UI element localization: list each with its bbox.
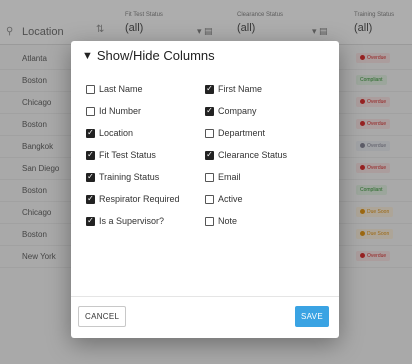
save-button[interactable]: SAVE — [295, 306, 329, 327]
checkbox-unchecked-icon[interactable] — [205, 128, 214, 138]
checkbox-checked-icon[interactable]: ✓ — [86, 128, 95, 138]
column-option-fit-test-status[interactable]: ✓ Fit Test Status — [86, 150, 156, 160]
checkbox-checked-icon[interactable]: ✓ — [205, 150, 214, 160]
dialog-title: ▼ Show/Hide Columns — [82, 48, 215, 63]
column-option-email[interactable]: Email — [205, 172, 241, 182]
column-option-first-name[interactable]: ✓ First Name — [205, 84, 262, 94]
column-option-label: Fit Test Status — [99, 150, 156, 160]
column-option-label: Note — [218, 216, 238, 226]
column-option-label: Is a Supervisor? — [99, 216, 165, 226]
checkbox-unchecked-icon[interactable] — [205, 216, 214, 226]
column-option-company[interactable]: ✓ Company — [205, 106, 257, 116]
filter-funnel-icon: ▼ — [82, 49, 93, 62]
column-option-respirator-required[interactable]: ✓ Respirator Required — [86, 194, 180, 204]
checkbox-checked-icon[interactable]: ✓ — [86, 194, 95, 204]
column-option-label: First Name — [218, 84, 263, 94]
column-option-label: Department — [218, 128, 266, 138]
checkbox-checked-icon[interactable]: ✓ — [86, 172, 95, 182]
checkbox-unchecked-icon[interactable] — [86, 106, 95, 116]
column-option-department[interactable]: Department — [205, 128, 265, 138]
column-option-label: Company — [218, 106, 257, 116]
column-option-note[interactable]: Note — [205, 216, 237, 226]
column-option-label: Id Number — [99, 106, 142, 116]
checkbox-checked-icon[interactable]: ✓ — [205, 84, 214, 94]
checkbox-checked-icon[interactable]: ✓ — [86, 150, 95, 160]
column-option-label: Email — [218, 172, 241, 182]
column-option-label: Respirator Required — [99, 194, 180, 204]
dialog-divider — [71, 296, 339, 297]
checkbox-unchecked-icon[interactable] — [86, 84, 95, 94]
column-option-location[interactable]: ✓ Location — [86, 128, 133, 138]
checkbox-checked-icon[interactable]: ✓ — [205, 106, 214, 116]
column-option-clearance-status[interactable]: ✓ Clearance Status — [205, 150, 287, 160]
checkbox-unchecked-icon[interactable] — [205, 172, 214, 182]
column-option-label: Last Name — [99, 84, 143, 94]
column-option-last-name[interactable]: Last Name — [86, 84, 143, 94]
column-option-label: Training Status — [99, 172, 160, 182]
checkbox-checked-icon[interactable]: ✓ — [86, 216, 95, 226]
column-option-is-a-supervisor[interactable]: ✓ Is a Supervisor? — [86, 216, 164, 226]
cancel-button[interactable]: CANCEL — [78, 306, 127, 327]
column-option-label: Active — [218, 194, 243, 204]
show-hide-columns-dialog: ▼ Show/Hide Columns Last Name Id Number ✓ L… — [71, 41, 339, 338]
column-option-id-number[interactable]: Id Number — [86, 106, 141, 116]
column-option-active[interactable]: Active — [205, 194, 243, 204]
column-option-label: Location — [99, 128, 134, 138]
column-option-training-status[interactable]: ✓ Training Status — [86, 172, 159, 182]
column-option-label: Clearance Status — [218, 150, 288, 160]
checkbox-unchecked-icon[interactable] — [205, 194, 214, 204]
